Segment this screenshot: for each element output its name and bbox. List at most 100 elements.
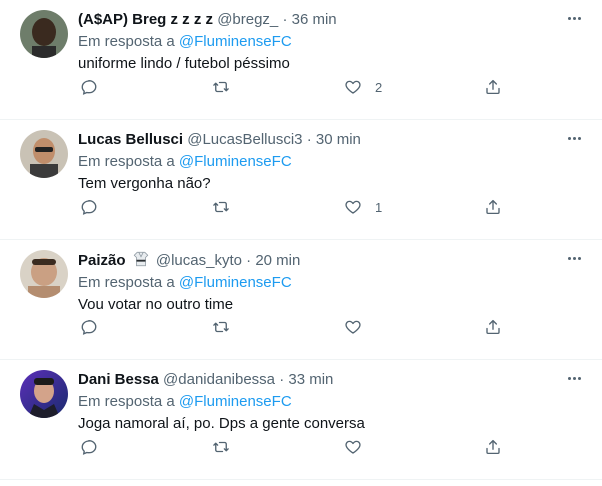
tweet-text: uniforme lindo / futebol péssimo bbox=[78, 55, 290, 72]
display-name[interactable]: Dani Bessa bbox=[78, 371, 159, 388]
reply-feed: (A$AP) Breg z z z z @bregz_ · 36 min Em … bbox=[0, 0, 602, 480]
reply-mention-link[interactable]: @FluminenseFC bbox=[179, 274, 292, 291]
action-bar bbox=[78, 436, 518, 458]
avatar-image bbox=[20, 130, 68, 178]
reply-icon bbox=[81, 80, 97, 95]
tweet-text: Tem vergonha não? bbox=[78, 175, 211, 192]
like-count: 1 bbox=[375, 199, 383, 215]
tweet-header: Dani Bessa @danidanibessa · 33 min bbox=[78, 370, 582, 390]
reply-prefix: Em resposta a bbox=[78, 274, 175, 291]
separator: · bbox=[306, 131, 312, 148]
more-button[interactable] bbox=[564, 11, 584, 25]
heart-icon bbox=[345, 200, 361, 214]
reply-context: Em resposta a @FluminenseFC bbox=[78, 392, 582, 412]
share-icon bbox=[486, 79, 500, 95]
judo-gi-emoji-icon bbox=[133, 251, 148, 267]
more-icon bbox=[572, 376, 576, 380]
user-handle[interactable]: @danidanibessa bbox=[163, 371, 275, 388]
tweet[interactable]: Paizão @lucas_kyto · 20 min Em resposta … bbox=[0, 240, 602, 360]
reply-mention-link[interactable]: @FluminenseFC bbox=[179, 393, 292, 410]
user-handle[interactable]: @bregz_ bbox=[217, 11, 278, 28]
tweet-text: Vou votar no outro time bbox=[78, 296, 234, 313]
timestamp[interactable]: 36 min bbox=[292, 11, 337, 28]
reply-context: Em resposta a @FluminenseFC bbox=[78, 273, 582, 293]
tweet[interactable]: (A$AP) Breg z z z z @bregz_ · 36 min Em … bbox=[0, 0, 602, 120]
avatar[interactable] bbox=[20, 10, 68, 58]
tweet[interactable]: Dani Bessa @danidanibessa · 33 min Em re… bbox=[0, 360, 602, 480]
avatar[interactable] bbox=[20, 130, 68, 178]
share-button[interactable] bbox=[484, 436, 502, 458]
reply-context: Em resposta a @FluminenseFC bbox=[78, 152, 582, 172]
retweet-button[interactable] bbox=[212, 196, 230, 218]
reply-mention-link[interactable]: @FluminenseFC bbox=[179, 33, 292, 50]
display-name[interactable]: Lucas Bellusci bbox=[78, 131, 183, 148]
more-button[interactable] bbox=[564, 131, 584, 145]
tweet-header: Paizão @lucas_kyto · 20 min bbox=[78, 250, 582, 271]
retweet-icon bbox=[213, 441, 229, 453]
like-button[interactable]: 2 bbox=[344, 76, 382, 98]
avatar[interactable] bbox=[20, 370, 68, 418]
heart-icon bbox=[345, 320, 361, 334]
more-button[interactable] bbox=[564, 371, 584, 385]
share-button[interactable] bbox=[484, 316, 502, 338]
more-icon bbox=[572, 16, 576, 20]
tweet-text: Joga namoral aí, po. Dps a gente convers… bbox=[78, 415, 365, 432]
retweet-button[interactable] bbox=[212, 316, 230, 338]
more-icon bbox=[577, 256, 581, 260]
reply-icon bbox=[81, 320, 97, 335]
tweet-content: (A$AP) Breg z z z z @bregz_ · 36 min Em … bbox=[78, 10, 582, 74]
like-count: 2 bbox=[375, 79, 383, 95]
like-button[interactable] bbox=[344, 436, 375, 458]
like-button[interactable]: 1 bbox=[344, 196, 382, 218]
display-name[interactable]: (A$AP) Breg z z z z bbox=[78, 11, 213, 28]
more-icon bbox=[567, 16, 571, 20]
share-icon bbox=[486, 439, 500, 455]
user-handle[interactable]: @lucas_kyto bbox=[156, 252, 242, 269]
user-handle[interactable]: @LucasBellusci3 bbox=[187, 131, 302, 148]
timestamp[interactable]: 30 min bbox=[316, 131, 361, 148]
share-icon bbox=[486, 199, 500, 215]
more-button[interactable] bbox=[564, 251, 584, 265]
action-bar bbox=[78, 316, 518, 338]
reply-button[interactable] bbox=[80, 436, 98, 458]
display-name[interactable]: Paizão bbox=[78, 252, 126, 269]
heart-icon bbox=[345, 80, 361, 94]
more-icon bbox=[577, 376, 581, 380]
separator: · bbox=[279, 371, 285, 388]
share-button[interactable] bbox=[484, 196, 502, 218]
tweet-header: (A$AP) Breg z z z z @bregz_ · 36 min bbox=[78, 10, 582, 30]
retweet-icon bbox=[213, 201, 229, 213]
reply-button[interactable] bbox=[80, 316, 98, 338]
avatar-image bbox=[20, 250, 68, 298]
action-bar: 2 bbox=[78, 76, 518, 98]
tweet-header: Lucas Bellusci @LucasBellusci3 · 30 min bbox=[78, 130, 582, 150]
retweet-button[interactable] bbox=[212, 436, 230, 458]
reply-icon bbox=[81, 440, 97, 455]
share-icon bbox=[486, 319, 500, 335]
avatar[interactable] bbox=[20, 250, 68, 298]
avatar-image bbox=[20, 370, 68, 418]
separator: · bbox=[246, 252, 252, 269]
timestamp[interactable]: 33 min bbox=[288, 371, 333, 388]
more-icon bbox=[567, 256, 571, 260]
more-icon bbox=[567, 136, 571, 140]
reply-context: Em resposta a @FluminenseFC bbox=[78, 32, 582, 52]
retweet-icon bbox=[213, 321, 229, 333]
more-icon bbox=[572, 136, 576, 140]
tweet[interactable]: Lucas Bellusci @LucasBellusci3 · 30 min … bbox=[0, 120, 602, 240]
reply-prefix: Em resposta a bbox=[78, 393, 175, 410]
reply-mention-link[interactable]: @FluminenseFC bbox=[179, 153, 292, 170]
retweet-button[interactable] bbox=[212, 76, 230, 98]
share-button[interactable] bbox=[484, 76, 502, 98]
reply-button[interactable] bbox=[80, 196, 98, 218]
tweet-content: Lucas Bellusci @LucasBellusci3 · 30 min … bbox=[78, 130, 582, 194]
retweet-icon bbox=[213, 81, 229, 93]
reply-button[interactable] bbox=[80, 76, 98, 98]
reply-prefix: Em resposta a bbox=[78, 33, 175, 50]
action-bar: 1 bbox=[78, 196, 518, 218]
more-icon bbox=[577, 16, 581, 20]
tweet-content: Paizão @lucas_kyto · 20 min Em resposta … bbox=[78, 250, 582, 315]
timestamp[interactable]: 20 min bbox=[255, 252, 300, 269]
like-button[interactable] bbox=[344, 316, 375, 338]
reply-prefix: Em resposta a bbox=[78, 153, 175, 170]
